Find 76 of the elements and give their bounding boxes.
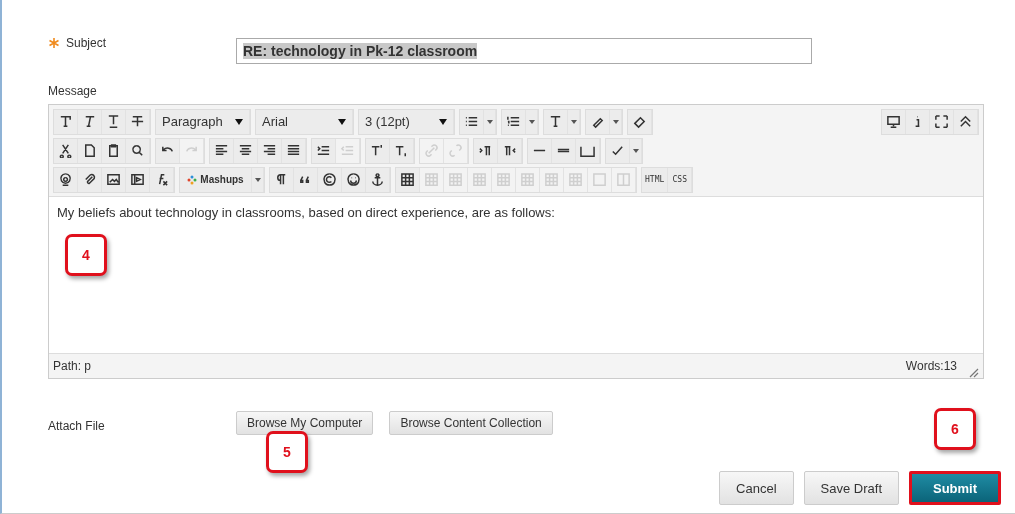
monitor-icon xyxy=(886,114,901,129)
text-color-icon xyxy=(548,114,563,129)
word-count: Words:13 xyxy=(905,359,957,373)
table-row-icon xyxy=(448,172,463,187)
path-label: Path: p xyxy=(53,359,92,373)
action-button[interactable]: Save Draft xyxy=(803,471,899,505)
step-callout: 5 xyxy=(266,431,308,473)
anchor-icon xyxy=(370,172,385,187)
table-row-icon xyxy=(424,172,439,187)
caret-icon xyxy=(235,118,243,125)
table-row-icon xyxy=(472,172,487,187)
caret-icon xyxy=(338,118,346,125)
caret-icon xyxy=(439,118,447,125)
numbered-list-icon xyxy=(506,114,521,129)
spellcheck-icon xyxy=(610,143,625,158)
attach-file-label: Attach File xyxy=(48,419,105,433)
dropdown-caret[interactable] xyxy=(610,109,622,134)
dropdown-caret[interactable] xyxy=(568,109,580,134)
new-document-icon xyxy=(82,143,97,158)
dropdown-caret[interactable] xyxy=(252,167,264,192)
fullscreen-icon xyxy=(934,114,949,129)
outdent-icon xyxy=(340,143,355,158)
bullet-list-icon xyxy=(464,114,479,129)
step-callout: 6 xyxy=(934,408,976,450)
subject-field[interactable]: RE: technology in Pk-12 classroom xyxy=(236,38,812,64)
cell-icon xyxy=(592,172,607,187)
subject-value: RE: technology in Pk-12 classroom xyxy=(243,43,478,59)
browse-button[interactable]: Browse Content Collection xyxy=(389,411,553,435)
step-callout: 4 xyxy=(65,234,107,276)
underline-icon xyxy=(106,114,121,129)
mashups-icon xyxy=(187,174,198,185)
subscript-icon xyxy=(394,143,409,158)
message-text: My beliefs about technology in classrooms, based on direct experience, are as follows: xyxy=(57,205,555,220)
copyright-icon xyxy=(322,172,337,187)
video-icon xyxy=(130,172,145,187)
table-column-icon xyxy=(520,172,535,187)
left-to-right-icon xyxy=(478,143,493,158)
table-column-icon xyxy=(544,172,559,187)
action-button[interactable]: Cancel xyxy=(719,471,794,505)
dropdown-caret[interactable] xyxy=(526,109,538,134)
indent-icon xyxy=(316,143,331,158)
bold-icon xyxy=(58,114,73,129)
smiley-icon xyxy=(346,172,361,187)
split-cell-icon xyxy=(616,172,631,187)
caret-icon xyxy=(570,119,577,124)
caret-icon xyxy=(612,119,619,124)
search-icon xyxy=(130,143,145,158)
table-column-icon xyxy=(496,172,511,187)
align-left-icon xyxy=(214,143,229,158)
cut-icon xyxy=(58,143,73,158)
dropdown-caret[interactable] xyxy=(484,109,496,134)
superscript-icon xyxy=(370,143,385,158)
table-cell-icon xyxy=(568,172,583,187)
unlink-icon xyxy=(448,143,463,158)
caret-icon xyxy=(632,148,639,153)
subject-label: Subject xyxy=(66,36,107,50)
align-center-icon xyxy=(238,143,253,158)
justify-icon xyxy=(286,143,301,158)
caret-icon xyxy=(254,177,261,182)
resize-grip-icon[interactable] xyxy=(969,368,979,378)
table-icon xyxy=(400,172,415,187)
code-view-button[interactable]: HTML xyxy=(642,167,669,192)
message-label: Message xyxy=(48,84,98,98)
submit-button[interactable]: Submit xyxy=(909,471,1001,505)
browse-button[interactable]: Browse My Computer xyxy=(236,411,374,435)
record-icon xyxy=(58,172,73,187)
dropdown-caret[interactable] xyxy=(630,138,642,163)
strikethrough-icon xyxy=(130,114,145,129)
paste-icon xyxy=(106,143,121,158)
link-icon xyxy=(424,143,439,158)
align-right-icon xyxy=(262,143,277,158)
collapse-icon xyxy=(958,114,973,129)
image-icon xyxy=(106,172,121,187)
caret-icon xyxy=(528,119,535,124)
caret-icon xyxy=(486,119,493,124)
right-to-left-icon xyxy=(502,143,517,158)
